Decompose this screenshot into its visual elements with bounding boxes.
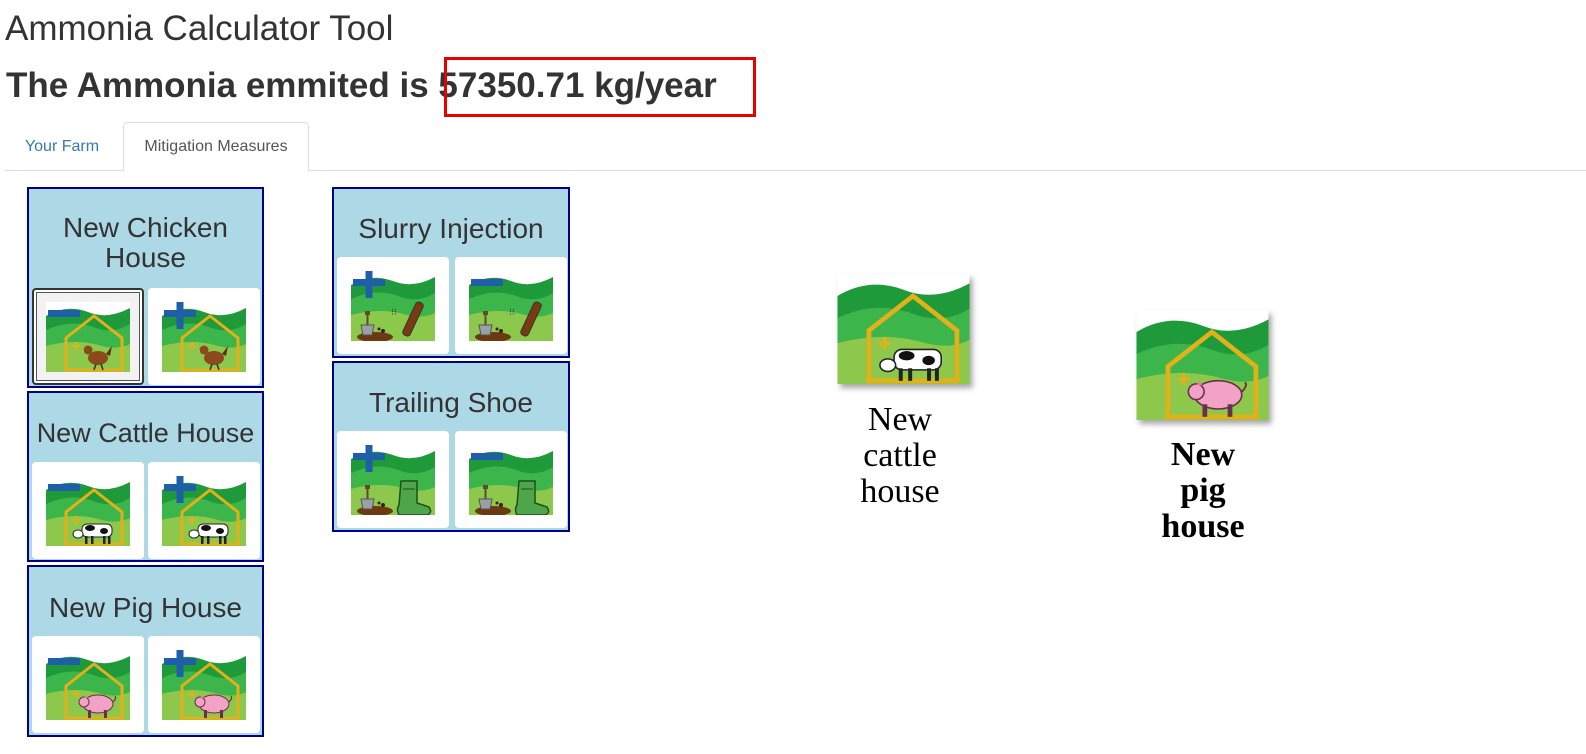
minus-icon [471,278,503,286]
remove-slurry-injection-button[interactable] [455,257,567,354]
placed-cattle-house[interactable] [836,274,971,389]
add-slurry-injection-button[interactable] [337,257,449,354]
app-title: Ammonia Calculator Tool [5,9,394,48]
add-chicken-house-button[interactable] [148,288,260,385]
tab-mitigation-measures[interactable]: Mitigation Measures [123,122,309,172]
panel-title: Trailing Shoe [369,387,533,418]
minus-icon [48,483,80,491]
tab-your-farm[interactable]: Your Farm [5,122,119,171]
panel-new-chicken-house: New Chicken House [27,187,264,388]
minus-icon [48,309,80,317]
pig-house-icon [46,649,130,720]
remove-pig-house-button[interactable] [32,636,144,733]
minus-icon [471,452,503,460]
result-prefix: The Ammonia emmited is [6,66,439,105]
panel-title: New Cattle House [36,418,255,448]
panel-title: Slurry Injection [358,213,544,244]
panel-new-pig-house: New Pig House [27,565,264,737]
result-highlight-box [444,57,756,117]
slurry-injector-icon [351,270,435,341]
cattle-house-icon [46,475,130,546]
add-trailing-shoe-button[interactable] [337,431,449,528]
remove-trailing-shoe-button[interactable] [455,431,567,528]
trailing-shoe-icon [351,444,435,515]
minus-icon [48,657,80,665]
panel-new-cattle-house: New Cattle House [27,391,264,562]
panel-slurry-injection: Slurry Injection [332,187,570,358]
add-cattle-house-button[interactable] [148,462,260,559]
add-pig-house-button[interactable] [148,636,260,733]
placed-pig-house[interactable] [1135,310,1270,425]
tab-bar: Your Farm Mitigation Measures [5,122,1586,172]
panel-title: New Chicken House [63,212,228,273]
pig-house-icon [1136,310,1269,420]
cattle-house-icon [162,475,246,546]
cattle-house-icon [837,274,970,384]
panel-title: New Pig House [49,592,242,623]
remove-chicken-house-button[interactable] [32,288,144,385]
trailing-shoe-icon [469,444,553,515]
placed-pig-house-label: New pig house [1161,436,1245,545]
remove-cattle-house-button[interactable] [32,462,144,559]
pig-house-icon [162,649,246,720]
placed-cattle-house-label: New cattle house [860,401,940,510]
chicken-house-icon [162,301,246,372]
slurry-injector-icon [469,270,553,341]
chicken-house-icon [46,301,130,372]
panel-trailing-shoe: Trailing Shoe [332,361,570,532]
